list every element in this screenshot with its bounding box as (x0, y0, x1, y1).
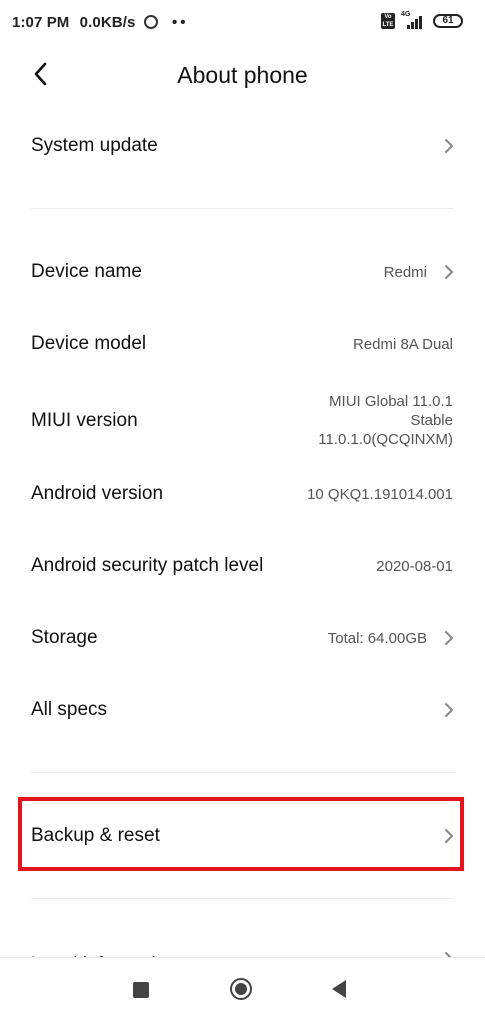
divider (31, 208, 454, 209)
row-value: Redmi (383, 264, 427, 281)
divider (31, 898, 454, 899)
signal-icon: 4G (401, 11, 427, 29)
android-version-row[interactable]: Android version 10 QKQ1.191014.001 (0, 468, 485, 520)
status-right: Vo LTE 4G 61 (381, 11, 463, 29)
row-label: Android version (31, 483, 164, 504)
storage-row[interactable]: Storage Total: 64.00GB (0, 612, 485, 664)
system-update-row[interactable]: System update (0, 120, 485, 172)
security-patch-row: Android security patch level 2020-08-01 (0, 540, 485, 592)
device-model-row: Device model Redmi 8A Dual (0, 318, 485, 370)
row-value-line: 11.0.1.0(QCQINXM) (318, 431, 453, 448)
row-label: MIUI version (31, 410, 138, 431)
row-label: Device model (31, 333, 147, 354)
miui-version-row[interactable]: MIUI version MIUI Global 11.0.1 Stable 1… (0, 386, 485, 456)
battery-icon: 61 (433, 14, 463, 28)
row-value: Redmi 8A Dual (352, 336, 453, 353)
row-value: 2020-08-01 (376, 558, 453, 575)
row-label: Android security patch level (31, 555, 264, 576)
device-name-row[interactable]: Device name Redmi (0, 246, 485, 298)
page-title: About phone (177, 62, 308, 88)
status-time: 1:07 PM (12, 14, 70, 31)
row-label: System update (31, 135, 158, 156)
row-label: All specs (31, 699, 108, 720)
status-bar: 1:07 PM 0.0KB/s •• Vo LTE 4G 61 (0, 0, 485, 44)
chevron-right-icon (445, 139, 453, 153)
chevron-right-icon (445, 265, 453, 279)
header: About phone (0, 50, 485, 100)
highlight-box (18, 797, 464, 871)
navigation-bar (0, 957, 485, 1024)
divider (31, 772, 454, 773)
row-label: Storage (31, 627, 98, 648)
chevron-right-icon (445, 703, 453, 717)
back-nav-button[interactable] (332, 980, 346, 998)
row-value: 10 QKQ1.191014.001 (307, 486, 453, 503)
home-button[interactable] (230, 978, 252, 1000)
status-net-speed: 0.0KB/s (79, 14, 136, 31)
row-value-line: MIUI Global 11.0.1 (329, 393, 453, 410)
row-label: Device name (31, 261, 142, 282)
alarm-icon (143, 15, 158, 29)
row-value-line: Stable (410, 412, 453, 429)
status-left: 1:07 PM 0.0KB/s •• (12, 14, 188, 31)
all-specs-row[interactable]: All specs (0, 684, 485, 736)
row-value: Total: 64.00GB (327, 630, 427, 647)
volte-icon: Vo LTE (381, 13, 395, 29)
row-value: MIUI Global 11.0.1 Stable 11.0.1.0(QCQIN… (318, 392, 453, 449)
recents-button[interactable] (133, 982, 149, 998)
chevron-right-icon (445, 631, 453, 645)
status-dots: •• (171, 14, 189, 31)
